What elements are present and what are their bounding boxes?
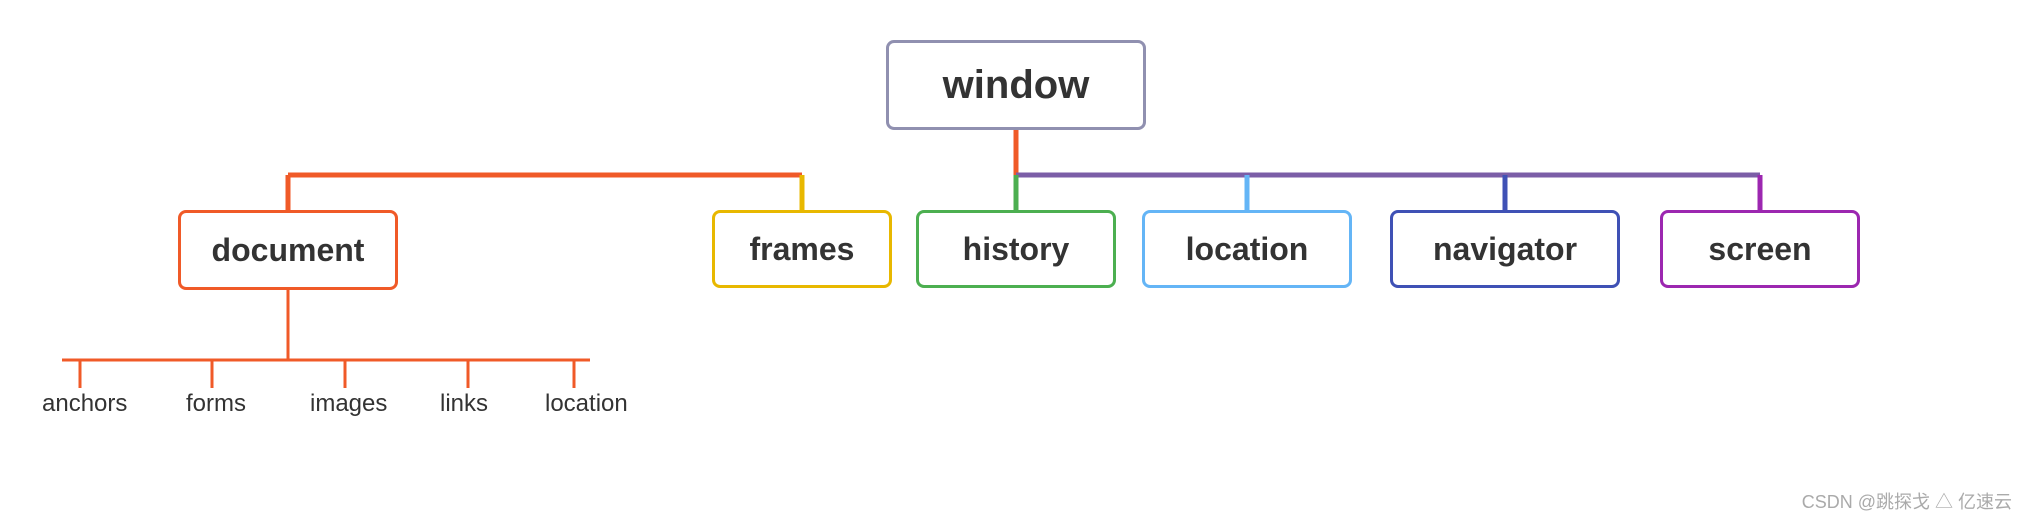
node-screen-label: screen <box>1708 231 1811 268</box>
node-document: document <box>178 210 398 290</box>
node-frames: frames <box>712 210 892 288</box>
child-location-doc: location <box>545 390 628 418</box>
child-anchors: anchors <box>42 390 127 418</box>
node-window-label: window <box>943 63 1090 108</box>
node-history: history <box>916 210 1116 288</box>
node-window: window <box>886 40 1146 130</box>
node-screen: screen <box>1660 210 1860 288</box>
child-links: links <box>440 390 488 418</box>
diagram: window document frames history location … <box>0 0 2032 526</box>
watermark: CSDN @跳探戈 △ 亿速云 <box>1802 488 2012 514</box>
child-forms: forms <box>186 390 246 418</box>
node-history-label: history <box>963 231 1070 268</box>
node-navigator: navigator <box>1390 210 1620 288</box>
node-location: location <box>1142 210 1352 288</box>
child-images: images <box>310 390 387 418</box>
node-navigator-label: navigator <box>1433 231 1577 268</box>
node-location-label: location <box>1186 231 1309 268</box>
node-frames-label: frames <box>750 231 855 268</box>
node-document-label: document <box>212 232 365 269</box>
